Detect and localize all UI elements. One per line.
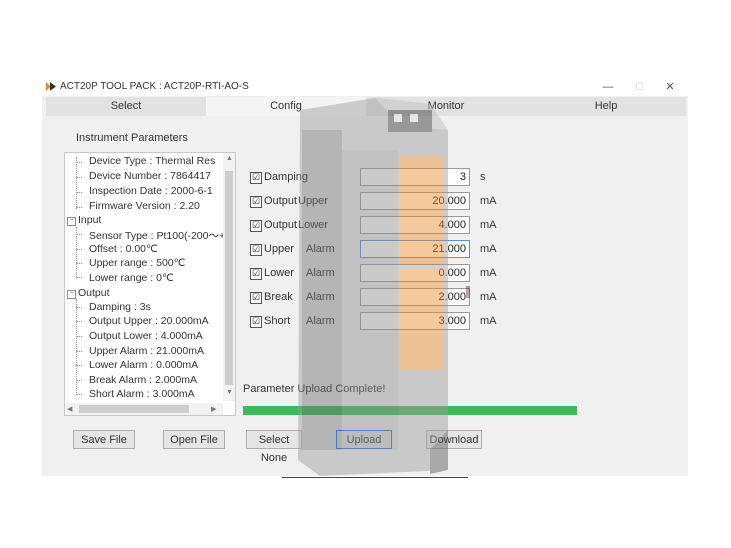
minimize-button[interactable]: —	[598, 79, 618, 95]
tree-item[interactable]: Lower Alarm : 0.000mA	[89, 359, 198, 371]
output-upper-input[interactable]: 20.000	[360, 192, 470, 210]
maximize-button[interactable]: □	[630, 79, 650, 95]
lower-alarm-input[interactable]: 0.000	[360, 264, 470, 282]
divider-line	[282, 477, 468, 478]
param-row-output-lower: ☑ Output Lower 4.000 mA	[250, 216, 510, 236]
upload-progress-bar	[243, 406, 577, 415]
collapse-icon[interactable]: −	[67, 290, 76, 299]
scroll-left-icon[interactable]: ◀	[67, 405, 72, 413]
param-sublabel: Lower	[298, 219, 328, 231]
param-sublabel: Alarm	[306, 267, 335, 279]
tree-item[interactable]: Inspection Date : 2000-6-1	[89, 185, 213, 197]
upload-button[interactable]: Upload	[336, 430, 392, 449]
tab-select[interactable]: Select	[46, 97, 206, 116]
tree-item[interactable]: Firmware Version : 2.20	[89, 200, 200, 212]
damping-input[interactable]: 3	[360, 168, 470, 186]
tree-item[interactable]: Device Number : 7864417	[89, 170, 211, 182]
open-file-button[interactable]: Open File	[163, 430, 225, 449]
tree-item[interactable]: Upper range : 500℃	[89, 257, 185, 269]
upper-alarm-input[interactable]: 21.000	[360, 240, 470, 258]
tab-bar: Select Config Monitor Help	[46, 97, 686, 116]
param-label: Short	[264, 315, 291, 327]
tree-item[interactable]: Damping : 3s	[89, 301, 151, 313]
download-button[interactable]: Download	[426, 430, 482, 449]
tab-monitor[interactable]: Monitor	[366, 97, 526, 116]
param-label: Damping	[264, 171, 309, 183]
lower-alarm-checkbox[interactable]: ☑	[250, 268, 262, 280]
output-upper-checkbox[interactable]: ☑	[250, 196, 262, 208]
param-label: Upper	[264, 243, 294, 255]
scroll-right-icon[interactable]: ▶	[211, 405, 216, 413]
tree-item[interactable]: Offset : 0.00℃	[89, 243, 158, 255]
tree-item[interactable]: Break Alarm : 2.000mA	[89, 374, 197, 386]
break-alarm-input[interactable]: 2.000	[360, 288, 470, 306]
param-unit: mA	[480, 195, 497, 207]
tree-item[interactable]: Sensor Type : Pt100(-200～+	[89, 228, 225, 243]
tree-item[interactable]: Output Lower : 4.000mA	[89, 330, 203, 342]
param-row-upper-alarm: ☑ Upper Alarm 21.000 mA	[250, 240, 510, 260]
param-row-break-alarm: ☑ Break Alarm 2.000 mA	[250, 288, 510, 308]
param-unit: mA	[480, 219, 497, 231]
param-unit: mA	[480, 291, 497, 303]
tree-node-input[interactable]: Input	[78, 214, 101, 226]
param-sublabel: Alarm	[306, 291, 335, 303]
tree-vertical-scrollbar[interactable]: ▲ ▼	[223, 153, 235, 401]
tree-item[interactable]: Lower range : 0℃	[89, 272, 174, 284]
tab-config[interactable]: Config	[206, 97, 366, 116]
break-alarm-checkbox[interactable]: ☑	[250, 292, 262, 304]
upper-alarm-checkbox[interactable]: ☑	[250, 244, 262, 256]
tab-help[interactable]: Help	[526, 97, 686, 116]
collapse-icon[interactable]: −	[67, 217, 76, 226]
output-lower-checkbox[interactable]: ☑	[250, 220, 262, 232]
tree-item[interactable]: Upper Alarm : 21.000mA	[89, 345, 204, 357]
damping-checkbox[interactable]: ☑	[250, 172, 262, 184]
param-unit: s	[480, 171, 486, 183]
tree-node-output[interactable]: Output	[78, 287, 110, 299]
param-sublabel: Upper	[298, 195, 328, 207]
window-title: ACT20P TOOL PACK : ACT20P-RTI-AO-S	[60, 81, 249, 92]
scroll-up-icon[interactable]: ▲	[226, 155, 233, 162]
app-window: ACT20P TOOL PACK : ACT20P-RTI-AO-S — □ ✕…	[42, 78, 688, 476]
act20p-logo-icon	[46, 82, 56, 91]
param-label: Break	[264, 291, 293, 303]
param-sublabel: Alarm	[306, 243, 335, 255]
tree-item[interactable]: Device Type : Thermal Res	[89, 155, 215, 167]
param-unit: mA	[480, 267, 497, 279]
status-message: Parameter Upload Complete!	[243, 383, 386, 395]
param-label: Output	[264, 219, 298, 231]
param-unit: mA	[480, 243, 497, 255]
instrument-parameters-heading: Instrument Parameters	[76, 132, 188, 144]
param-row-damping: ☑ Damping 3 s	[250, 168, 510, 188]
title-bar: ACT20P TOOL PACK : ACT20P-RTI-AO-S — □ ✕	[42, 78, 688, 96]
scroll-down-icon[interactable]: ▼	[226, 389, 233, 396]
param-row-short-alarm: ☑ Short Alarm 3.000 mA	[250, 312, 510, 332]
param-unit: mA	[480, 315, 497, 327]
param-row-lower-alarm: ☑ Lower Alarm 0.000 mA	[250, 264, 510, 284]
short-alarm-input[interactable]: 3.000	[360, 312, 470, 330]
param-row-output-upper: ☑ Output Upper 20.000 mA	[250, 192, 510, 212]
instrument-tree[interactable]: Device Type : Thermal Res Device Number …	[64, 152, 236, 416]
output-lower-input[interactable]: 4.000	[360, 216, 470, 234]
tree-horizontal-scrollbar[interactable]: ◀ ▶	[65, 403, 223, 415]
param-sublabel: Alarm	[306, 315, 335, 327]
select-none-button[interactable]: Select None	[246, 430, 302, 464]
tree-vertical-scroll-thumb[interactable]	[225, 171, 233, 385]
close-button[interactable]: ✕	[660, 79, 680, 95]
tree-item[interactable]: Output Upper : 20.000mA	[89, 315, 209, 327]
tree-item[interactable]: Short Alarm : 3.000mA	[89, 388, 195, 400]
short-alarm-checkbox[interactable]: ☑	[250, 316, 262, 328]
param-label: Lower	[264, 267, 294, 279]
param-label: Output	[264, 195, 298, 207]
tree-horizontal-scroll-thumb[interactable]	[79, 405, 189, 413]
save-file-button[interactable]: Save File	[73, 430, 135, 449]
